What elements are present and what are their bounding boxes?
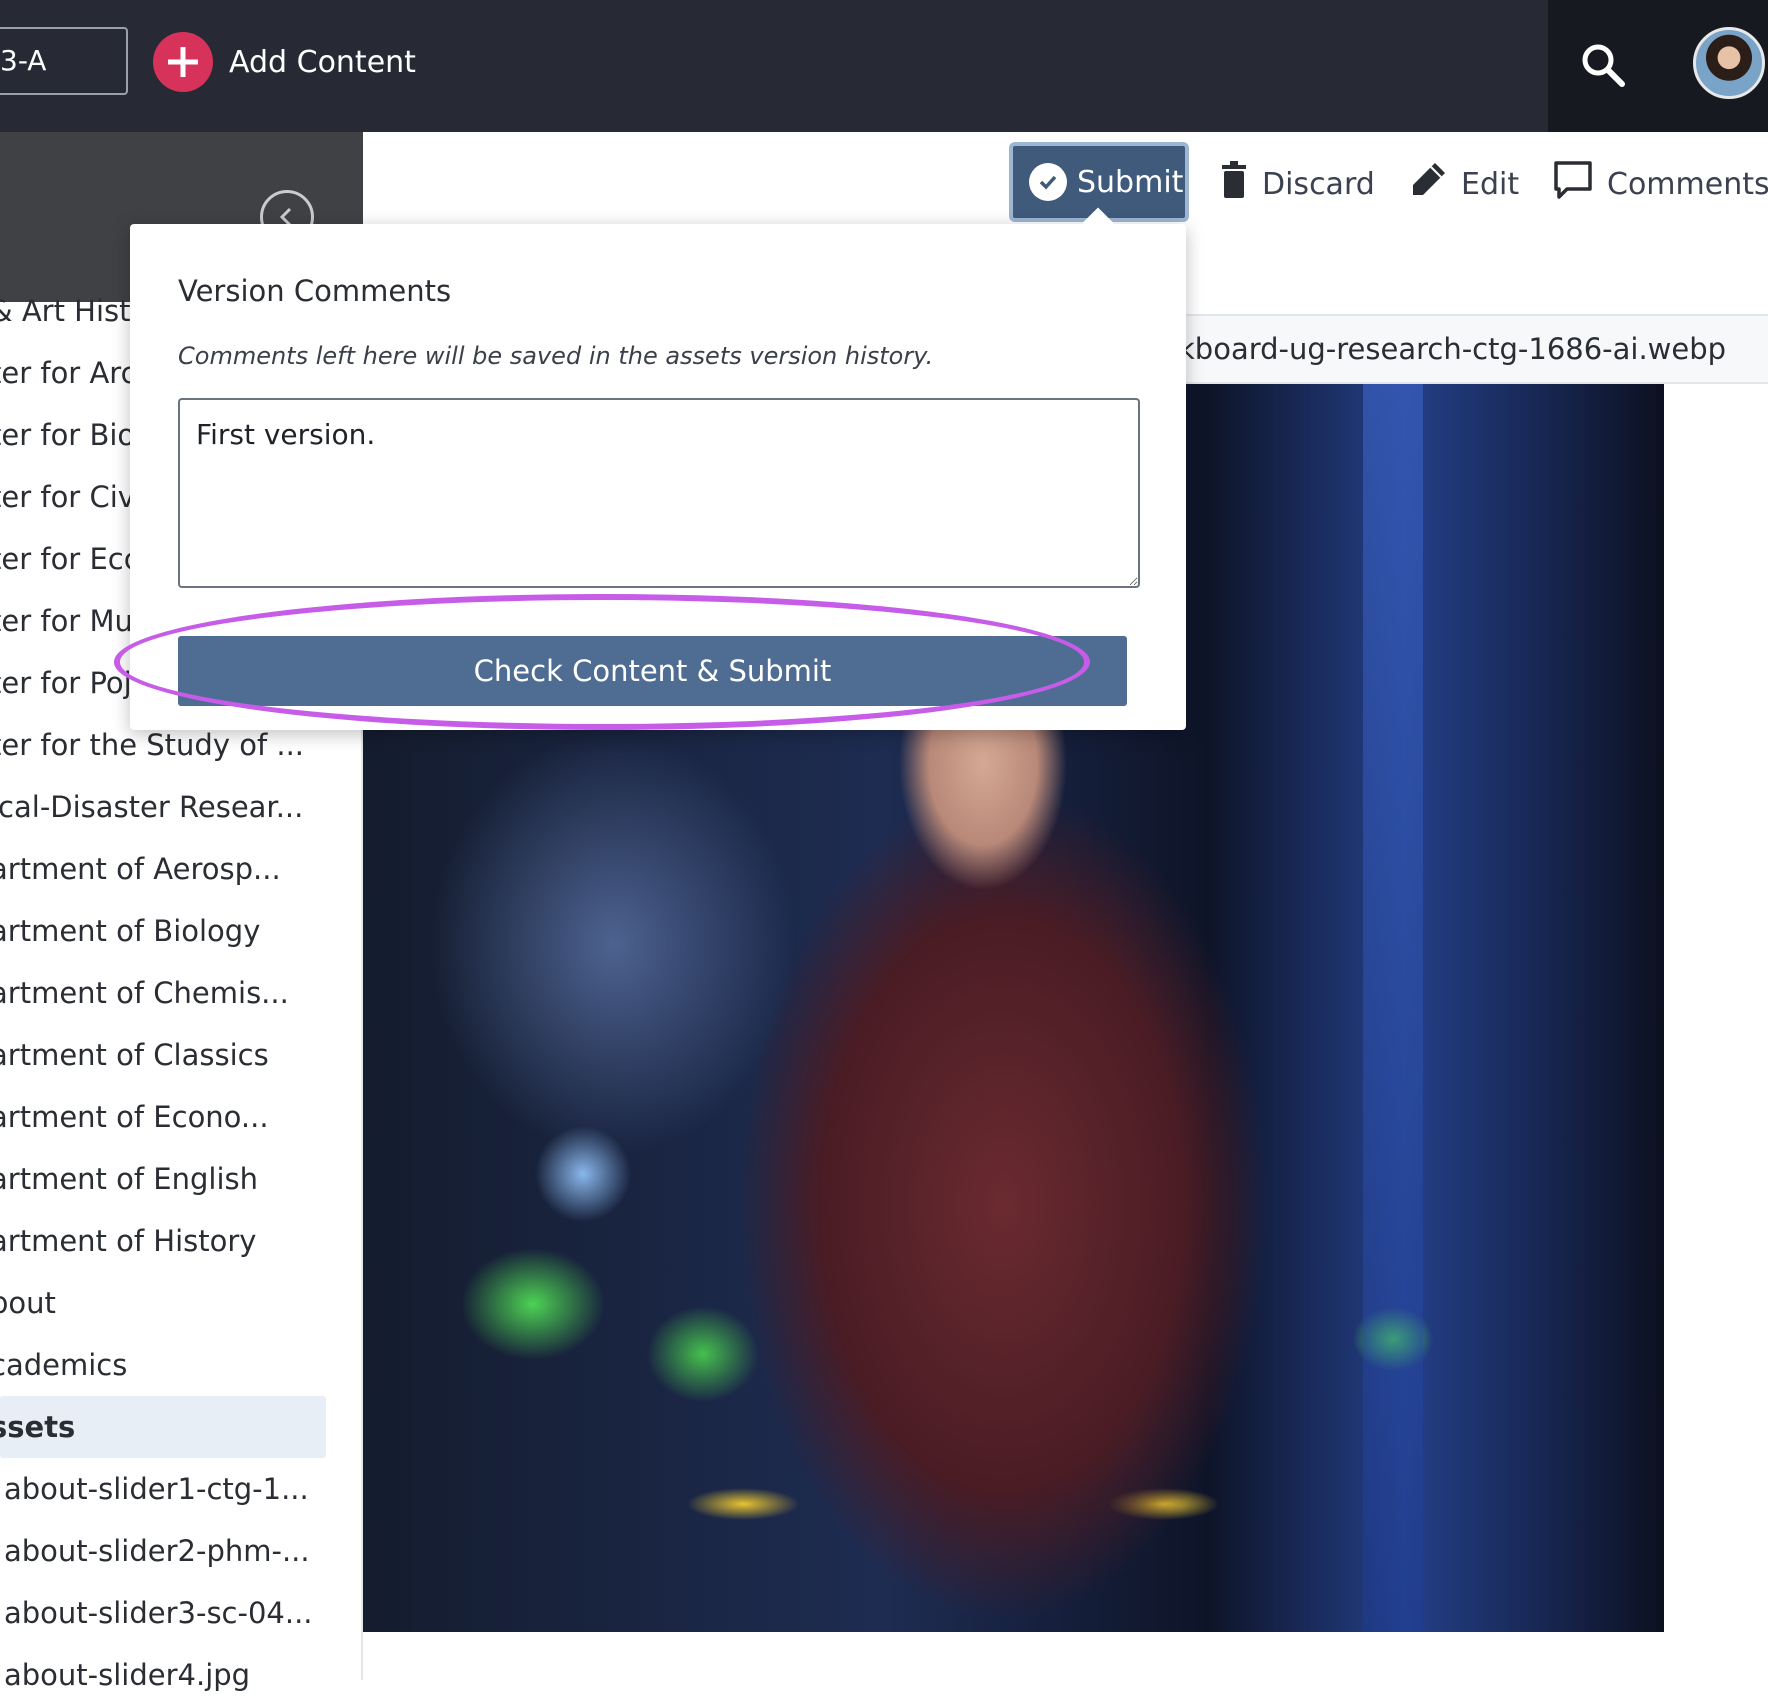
- version-comments-popover: Version Comments Comments left here will…: [130, 207, 1186, 730]
- tree-item[interactable]: artment of Chemis...: [0, 962, 363, 1024]
- check-content-submit-button[interactable]: Check Content & Submit: [178, 636, 1127, 706]
- tree-item[interactable]: cademics: [0, 1334, 363, 1396]
- image-detail: [1363, 384, 1423, 1632]
- comment-icon: [1553, 160, 1593, 208]
- discard-label: Discard: [1262, 166, 1375, 202]
- tree-item[interactable]: about-slider3-sc-04...: [0, 1582, 363, 1644]
- tree-item[interactable]: artment of English: [0, 1148, 363, 1210]
- tree-item[interactable]: about-slider1-ctg-1...: [0, 1458, 363, 1520]
- tree-item[interactable]: about-slider4.jpg: [0, 1644, 363, 1706]
- edit-button[interactable]: Edit: [1409, 160, 1519, 208]
- site-selector[interactable]: 3-A: [0, 27, 128, 95]
- comments-label: Comments: [1607, 166, 1768, 202]
- tree-item[interactable]: ical-Disaster Resear...: [0, 776, 363, 838]
- tree-item[interactable]: artment of Biology: [0, 900, 363, 962]
- plus-icon: [153, 32, 213, 92]
- add-content-button[interactable]: Add Content: [153, 32, 416, 92]
- top-bar: 3-A Add Content: [0, 0, 1768, 132]
- check-circle-icon: [1029, 163, 1067, 201]
- add-content-label: Add Content: [229, 44, 416, 80]
- tree-item[interactable]: artment of Aerosp...: [0, 838, 363, 900]
- tree-item[interactable]: artment of History: [0, 1210, 363, 1272]
- discard-button[interactable]: Discard: [1220, 160, 1375, 208]
- tree-item[interactable]: artment of Econo...: [0, 1086, 363, 1148]
- tree-item[interactable]: bout: [0, 1272, 363, 1334]
- pencil-icon: [1409, 161, 1447, 207]
- popover-title: Version Comments: [178, 274, 452, 308]
- trash-icon: [1220, 161, 1248, 207]
- top-right-area: [1548, 0, 1768, 132]
- popover-help-text: Comments left here will be saved in the …: [178, 342, 934, 370]
- tree-item[interactable]: artment of Classics: [0, 1024, 363, 1086]
- tree-item[interactable]: about-slider2-phm-...: [0, 1520, 363, 1582]
- comments-button[interactable]: Comments: [1553, 160, 1768, 208]
- submit-label: Submit: [1077, 164, 1184, 200]
- tree-item-selected[interactable]: ssets: [0, 1396, 326, 1458]
- user-avatar[interactable]: [1693, 27, 1765, 99]
- edit-label: Edit: [1461, 166, 1520, 202]
- version-comment-field[interactable]: First version.: [178, 398, 1140, 588]
- search-icon[interactable]: [1578, 40, 1630, 92]
